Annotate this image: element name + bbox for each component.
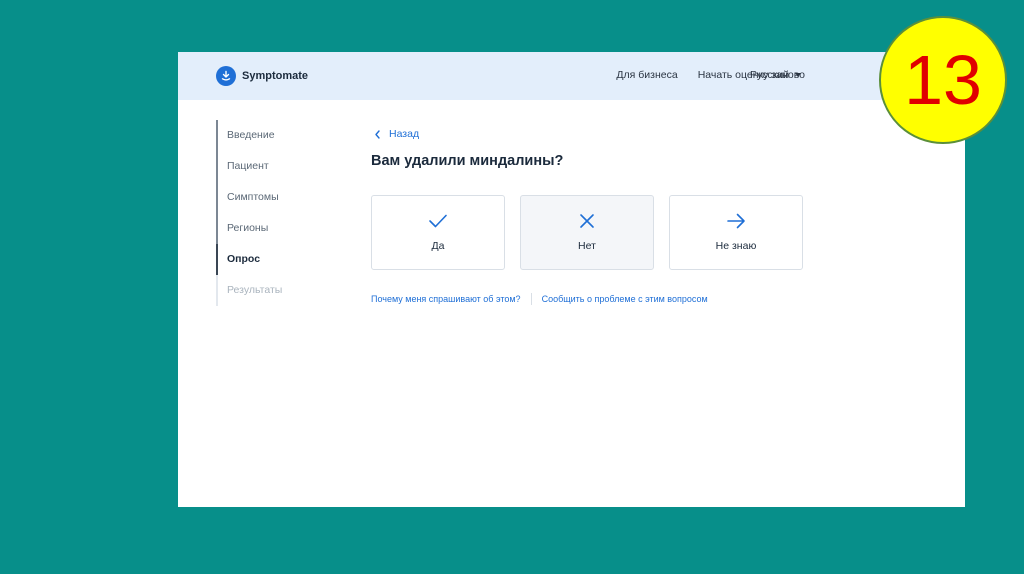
arrow-right-icon (726, 212, 746, 230)
back-label: Назад (389, 128, 420, 140)
cross-icon (579, 212, 595, 230)
language-select[interactable]: Русский (750, 69, 801, 81)
language-label: Русский (750, 69, 789, 81)
link-divider (530, 293, 532, 305)
slide: Symptomate Для бизнеса Начать оценку зан… (0, 0, 1024, 574)
step-regions[interactable]: Регионы (216, 213, 338, 244)
app-window: Symptomate Для бизнеса Начать оценку зан… (178, 52, 965, 507)
step-interview: Опрос (216, 244, 338, 275)
slide-number-badge: 13 (879, 16, 1007, 144)
brand-logo[interactable]: Symptomate (216, 66, 308, 86)
question-help-links: Почему меня спрашивают об этом? Сообщить… (371, 293, 708, 305)
chevron-left-icon (375, 129, 380, 139)
step-introduction[interactable]: Введение (216, 120, 338, 151)
answer-options: Да Нет Не знаю (371, 195, 803, 270)
why-asked-link[interactable]: Почему меня спрашивают об этом? (371, 294, 521, 304)
answer-yes-label: Да (431, 240, 445, 252)
question-title: Вам удалили миндалины? (371, 153, 564, 169)
back-button[interactable]: Назад (374, 128, 419, 140)
step-symptoms[interactable]: Симптомы (216, 182, 338, 213)
step-results: Результаты (227, 284, 283, 296)
progress-steps: Введение Пациент Симптомы Регионы Опрос … (216, 120, 338, 306)
answer-no-button[interactable]: Нет (520, 195, 654, 270)
slide-number: 13 (904, 41, 982, 119)
answer-dont-know-button[interactable]: Не знаю (669, 195, 803, 270)
brand-name: Symptomate (242, 70, 309, 82)
check-icon (428, 212, 448, 230)
report-problem-link[interactable]: Сообщить о проблеме с этим вопросом (542, 294, 708, 304)
answer-no-label: Нет (578, 240, 596, 252)
top-header: Symptomate Для бизнеса Начать оценку зан… (178, 52, 965, 100)
step-patient[interactable]: Пациент (216, 151, 338, 182)
symptomate-logo-icon (216, 66, 236, 86)
nav-for-business[interactable]: Для бизнеса (616, 69, 677, 81)
answer-yes-button[interactable]: Да (371, 195, 505, 270)
answer-dont-know-label: Не знаю (715, 240, 757, 252)
chevron-down-icon (794, 73, 801, 77)
